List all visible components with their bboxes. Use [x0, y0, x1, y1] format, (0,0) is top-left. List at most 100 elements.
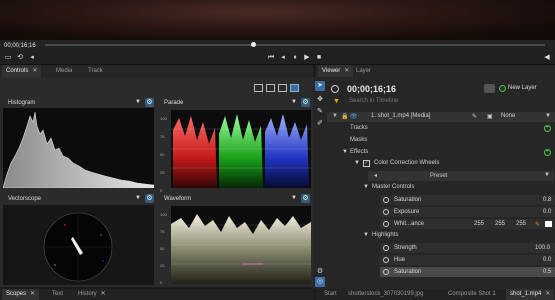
- layout-list-icon[interactable]: [254, 84, 263, 92]
- edit-icon[interactable]: ✎: [472, 113, 477, 120]
- loop-icon[interactable]: ⟲: [15, 53, 25, 63]
- keyframe-icon[interactable]: [383, 197, 389, 203]
- property-value[interactable]: 0.5: [543, 269, 551, 275]
- stop-icon[interactable]: ■: [314, 53, 324, 63]
- parade-settings-icon[interactable]: ⚙: [301, 98, 310, 107]
- viewer-timecode: 00;00;16;16: [347, 84, 397, 94]
- pen-tool-icon[interactable]: ✎: [315, 107, 325, 117]
- step-back-icon[interactable]: ◂: [278, 53, 288, 63]
- expand-icon[interactable]: ▼: [332, 113, 338, 119]
- wb-red-value[interactable]: 255: [474, 221, 484, 227]
- keyframe-icon[interactable]: [383, 209, 389, 215]
- eyedropper-icon[interactable]: ✎: [535, 221, 540, 228]
- saturation-row[interactable]: Saturation 0.8: [380, 195, 555, 205]
- add-effect-icon[interactable]: +: [544, 149, 551, 156]
- scopes-tool-icon[interactable]: ◎: [315, 277, 325, 287]
- property-value[interactable]: 0.8: [543, 197, 551, 203]
- close-icon[interactable]: ✕: [101, 291, 106, 297]
- wb-blue-value[interactable]: 255: [516, 221, 526, 227]
- layer-row[interactable]: ▼ 🔒 👁 1. shot_1.mp4 [Media] ✎ ▣ None ▼: [327, 112, 555, 122]
- tracks-label: Tracks: [350, 125, 368, 131]
- exposure-row[interactable]: Exposure 0.0: [380, 207, 555, 217]
- grab-tool-icon[interactable]: ✥: [315, 95, 325, 105]
- fullscreen-icon[interactable]: ▭: [3, 53, 13, 63]
- wb-green-value[interactable]: 255: [495, 221, 505, 227]
- tab-track[interactable]: Track: [84, 65, 107, 77]
- chevron-down-icon[interactable]: ▼: [545, 113, 551, 119]
- tab-shot-1[interactable]: shot_1.mp4 ✕: [506, 289, 555, 300]
- volume-icon[interactable]: ◂: [27, 53, 37, 63]
- layout-columns-icon[interactable]: [278, 84, 287, 92]
- expand-icon[interactable]: ▼: [354, 160, 360, 166]
- enable-checkbox[interactable]: ✓: [363, 160, 370, 167]
- select-tool-icon[interactable]: ➤: [315, 81, 325, 91]
- layout-rows-icon[interactable]: [266, 84, 275, 92]
- pause-icon[interactable]: ⏸: [290, 53, 300, 63]
- audio-icon[interactable]: ◀: [542, 53, 552, 63]
- keyframe-icon[interactable]: [383, 221, 389, 227]
- property-value[interactable]: 100.0: [535, 245, 550, 251]
- master-controls-row[interactable]: ▼ Master Controls: [327, 183, 555, 193]
- tab-shutterstock[interactable]: shutterstock_307030199.jpg: [344, 289, 427, 300]
- keyframe-icon[interactable]: [383, 257, 389, 263]
- preset-select[interactable]: ◂ Preset ▼: [368, 171, 554, 181]
- brush-tool-icon[interactable]: ✐: [315, 119, 325, 129]
- tracks-row[interactable]: Tracks: [327, 124, 555, 134]
- expand-icon[interactable]: ▼: [363, 232, 369, 238]
- visibility-icon[interactable]: 👁: [350, 113, 358, 120]
- camera-icon[interactable]: [484, 84, 495, 93]
- add-track-icon[interactable]: +: [544, 125, 551, 132]
- close-icon[interactable]: ✕: [32, 68, 37, 74]
- vectorscope-menu-icon[interactable]: ▼: [135, 195, 141, 201]
- scrub-handle[interactable]: [251, 42, 256, 47]
- masks-row[interactable]: Masks: [327, 136, 555, 146]
- skip-back-icon[interactable]: ⏮: [266, 53, 276, 63]
- histogram-menu-icon[interactable]: ▼: [135, 99, 141, 105]
- close-icon[interactable]: ✕: [344, 68, 349, 74]
- close-icon[interactable]: ✕: [545, 291, 550, 297]
- color-swatch[interactable]: [545, 221, 552, 227]
- keyframe-icon[interactable]: [383, 269, 389, 275]
- tab-history[interactable]: History ✕: [74, 289, 110, 300]
- expand-icon[interactable]: ▼: [363, 184, 369, 190]
- masks-label: Masks: [350, 137, 368, 143]
- play-icon[interactable]: ▶: [302, 53, 312, 63]
- tab-text[interactable]: Text: [48, 289, 67, 300]
- property-value[interactable]: 0.0: [543, 257, 551, 263]
- waveform-settings-icon[interactable]: ⚙: [301, 194, 310, 203]
- hue-row[interactable]: Hue 0.0: [380, 255, 555, 265]
- tab-controls[interactable]: Controls ✕: [2, 65, 42, 77]
- scrub-track[interactable]: [45, 44, 545, 46]
- waveform-menu-icon[interactable]: ▼: [291, 195, 297, 201]
- tab-start[interactable]: Start: [320, 289, 341, 300]
- highlights-row[interactable]: ▼ Highlights: [327, 231, 555, 241]
- tab-scopes[interactable]: Scopes ✕: [2, 289, 40, 300]
- strength-row[interactable]: Strength 100.0: [380, 243, 555, 253]
- effect-row[interactable]: ▼ ✓ Color Correction Wheels: [327, 159, 555, 169]
- parade-menu-icon[interactable]: ▼: [291, 99, 297, 105]
- tab-viewer[interactable]: Viewer ✕: [318, 65, 354, 77]
- blend-icon[interactable]: ▣: [487, 113, 493, 120]
- layout-grid-icon[interactable]: [290, 84, 299, 92]
- document-tab-bar: Start shutterstock_307030199.jpg Composi…: [316, 289, 555, 300]
- white-balance-row[interactable]: Whit...ance 255 255 255 ✎: [380, 219, 555, 229]
- expand-icon[interactable]: ▼: [342, 149, 348, 155]
- keyframe-icon[interactable]: [383, 245, 389, 251]
- blend-mode-select[interactable]: None: [501, 113, 515, 119]
- lock-icon[interactable]: 🔒: [341, 113, 348, 120]
- vectorscope-settings-icon[interactable]: ⚙: [145, 194, 154, 203]
- tab-composite-shot[interactable]: Composite Shot 1: [444, 289, 500, 300]
- histogram-settings-icon[interactable]: ⚙: [145, 98, 154, 107]
- new-layer-button[interactable]: New Layer: [508, 85, 537, 91]
- effects-row[interactable]: ▼ Effects: [327, 148, 555, 158]
- filter-icon[interactable]: ▼: [333, 98, 340, 105]
- tab-layer[interactable]: Layer: [352, 65, 375, 77]
- settings-tool-icon[interactable]: ⚙: [315, 267, 325, 277]
- new-layer-plus-icon[interactable]: [499, 85, 506, 92]
- search-input[interactable]: Search in Timeline: [349, 98, 398, 104]
- tab-media[interactable]: Media: [52, 65, 76, 77]
- close-icon[interactable]: ✕: [30, 291, 35, 297]
- highlight-saturation-row[interactable]: Saturation 0.5: [380, 267, 555, 277]
- property-value[interactable]: 0.0: [543, 209, 551, 215]
- property-label: Hue: [394, 257, 406, 263]
